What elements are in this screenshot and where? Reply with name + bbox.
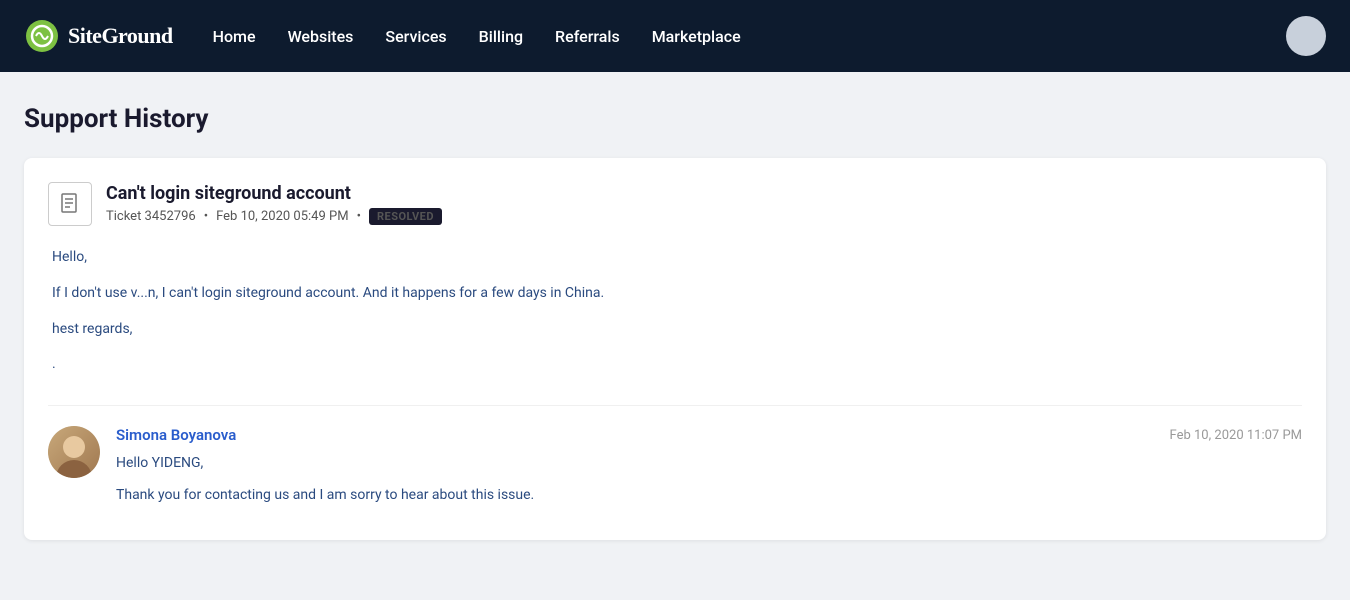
nav-link-referrals[interactable]: Referrals	[555, 27, 620, 46]
reply-header: Simona Boyanova Feb 10, 2020 11:07 PM	[116, 426, 1302, 444]
nav-link-websites[interactable]: Websites	[288, 27, 354, 46]
reply-date: Feb 10, 2020 11:07 PM	[1170, 428, 1302, 443]
nav-item-marketplace[interactable]: Marketplace	[652, 27, 741, 46]
reply-line-1: Hello YIDENG,	[116, 452, 1302, 476]
ticket-title: Can't login siteground account	[106, 183, 442, 204]
message-line-3: hest regards,	[52, 318, 1302, 342]
ticket-date: Feb 10, 2020 05:49 PM	[216, 209, 348, 224]
ticket-card: Can't login siteground account Ticket 34…	[24, 158, 1326, 540]
nav-item-billing[interactable]: Billing	[479, 27, 523, 46]
ticket-icon	[48, 182, 92, 226]
nav-item-home[interactable]: Home	[213, 27, 256, 46]
message-line-4: .	[52, 353, 1302, 377]
nav-item-websites[interactable]: Websites	[288, 27, 354, 46]
nav-link-home[interactable]: Home	[213, 27, 256, 46]
status-badge: RESOLVED	[369, 208, 442, 225]
nav-link-billing[interactable]: Billing	[479, 27, 523, 46]
nav-item-services[interactable]: Services	[385, 27, 446, 46]
message-body: Hello, If I don't use v...n, I can't log…	[48, 246, 1302, 377]
reply-line-2: Thank you for contacting us and I am sor…	[116, 484, 1302, 508]
message-line-2: If I don't use v...n, I can't login site…	[52, 282, 1302, 306]
nav-link-services[interactable]: Services	[385, 27, 446, 46]
navbar-left: SiteGround Home Websites Services Billin…	[24, 18, 741, 54]
message-line-1: Hello,	[52, 246, 1302, 270]
reply-section: Simona Boyanova Feb 10, 2020 11:07 PM He…	[48, 405, 1302, 516]
logo-text: SiteGround	[68, 23, 173, 49]
reply-avatar	[48, 426, 100, 478]
page-title: Support History	[24, 104, 1326, 134]
ticket-meta: Ticket 3452796 • Feb 10, 2020 05:49 PM •…	[106, 208, 442, 225]
reply-author[interactable]: Simona Boyanova	[116, 426, 236, 444]
ticket-header: Can't login siteground account Ticket 34…	[48, 182, 1302, 226]
dot-separator-1: •	[204, 209, 208, 224]
navbar: SiteGround Home Websites Services Billin…	[0, 0, 1350, 72]
reply-text: Hello YIDENG, Thank you for contacting u…	[116, 452, 1302, 508]
nav-link-marketplace[interactable]: Marketplace	[652, 27, 741, 46]
document-icon	[58, 192, 82, 216]
siteground-logo-icon	[24, 18, 60, 54]
main-content: Support History Can't login siteground a…	[0, 72, 1350, 572]
nav-links: Home Websites Services Billing Referrals…	[213, 27, 741, 46]
ticket-number: Ticket 3452796	[106, 209, 196, 224]
dot-separator-2: •	[357, 209, 361, 224]
message-text: Hello, If I don't use v...n, I can't log…	[52, 246, 1302, 377]
reply-content: Simona Boyanova Feb 10, 2020 11:07 PM He…	[116, 426, 1302, 516]
logo[interactable]: SiteGround	[24, 18, 173, 54]
user-avatar[interactable]	[1286, 16, 1326, 56]
nav-item-referrals[interactable]: Referrals	[555, 27, 620, 46]
avatar-image	[48, 426, 100, 478]
ticket-info: Can't login siteground account Ticket 34…	[106, 183, 442, 225]
